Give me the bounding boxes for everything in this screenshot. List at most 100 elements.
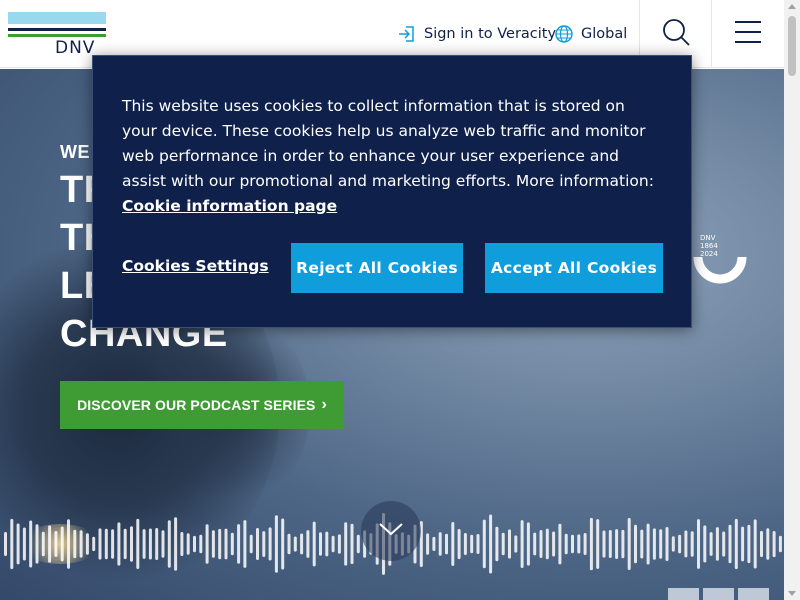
waveform-bar bbox=[470, 534, 474, 554]
search-icon bbox=[661, 17, 691, 52]
carousel-dot[interactable] bbox=[703, 588, 734, 600]
waveform-bar bbox=[577, 534, 581, 554]
scroll-down-arrow[interactable] bbox=[788, 591, 796, 596]
waveform-bar bbox=[432, 536, 436, 551]
waveform-bar bbox=[79, 530, 83, 558]
waveform-bar bbox=[589, 517, 593, 571]
podcast-button-label: DISCOVER OUR PODCAST SERIES bbox=[77, 397, 316, 413]
waveform-bar bbox=[287, 533, 291, 555]
waveform-bar bbox=[766, 528, 770, 560]
scroll-down-button[interactable] bbox=[361, 501, 421, 561]
waveform-bar bbox=[281, 518, 285, 570]
waveform-bar bbox=[22, 527, 26, 561]
waveform-bar bbox=[337, 534, 341, 554]
waveform-bar bbox=[344, 522, 348, 566]
waveform-bar bbox=[457, 529, 461, 560]
scroll-up-arrow[interactable] bbox=[788, 4, 796, 9]
waveform-bar bbox=[734, 518, 738, 570]
waveform-bar bbox=[98, 528, 102, 560]
waveform-bar bbox=[199, 534, 203, 554]
menu-button[interactable] bbox=[711, 0, 783, 68]
carousel-dot[interactable] bbox=[738, 588, 769, 600]
waveform-bar bbox=[161, 530, 165, 558]
waveform-bar bbox=[438, 532, 442, 556]
signin-label: Sign in to Veracity bbox=[424, 26, 557, 42]
waveform-bar bbox=[73, 529, 77, 559]
waveform-bar bbox=[747, 524, 751, 564]
waveform-bar bbox=[104, 528, 108, 560]
waveform-bar bbox=[356, 534, 360, 554]
waveform-bar bbox=[268, 527, 272, 561]
waveform-bar bbox=[514, 535, 518, 553]
waveform-bar bbox=[583, 533, 587, 555]
waveform-bar bbox=[350, 523, 354, 565]
waveform-bar bbox=[665, 527, 669, 561]
page-scrollbar[interactable] bbox=[784, 0, 800, 600]
waveform-bar bbox=[123, 528, 127, 560]
waveform-bar bbox=[552, 531, 556, 557]
logo-bar-navy bbox=[8, 28, 106, 31]
waveform-bar bbox=[772, 531, 776, 558]
scrollbar-thumb[interactable] bbox=[788, 16, 796, 76]
waveform-bar bbox=[501, 532, 505, 556]
anniversary-name: DNV bbox=[700, 234, 716, 242]
carousel-indicators bbox=[668, 588, 769, 600]
anniversary-end: 2024 bbox=[700, 250, 718, 258]
cookie-information-link[interactable]: Cookie information page bbox=[122, 197, 337, 215]
waveform-bar bbox=[678, 534, 682, 554]
anniversary-start: 1864 bbox=[700, 242, 718, 250]
waveform-bar bbox=[646, 523, 650, 565]
waveform-bar bbox=[4, 532, 7, 556]
region-selector[interactable]: Global bbox=[553, 22, 627, 46]
waveform-bar bbox=[174, 517, 178, 571]
waveform-bar bbox=[67, 519, 70, 569]
cookie-message: This website uses cookies to collect inf… bbox=[122, 94, 662, 219]
waveform-bar bbox=[111, 529, 115, 559]
reject-all-cookies-button[interactable]: Reject All Cookies bbox=[291, 243, 463, 293]
hero-kicker: WE bbox=[60, 142, 90, 162]
anniversary-badge: DNV 1864 2024 bbox=[700, 234, 718, 258]
dnv-logo[interactable]: DNV bbox=[8, 12, 108, 60]
waveform-bar bbox=[306, 530, 310, 558]
waveform-bar bbox=[728, 524, 732, 564]
waveform-bar bbox=[596, 519, 600, 569]
waveform-bar bbox=[508, 529, 511, 559]
waveform-bar bbox=[205, 524, 209, 564]
waveform-bar bbox=[167, 520, 171, 568]
waveform-bar bbox=[445, 533, 448, 555]
waveform-bar bbox=[539, 530, 543, 558]
waveform-bar bbox=[482, 519, 486, 569]
waveform-bar bbox=[659, 529, 663, 559]
signin-link[interactable]: Sign in to Veracity bbox=[396, 22, 556, 46]
waveform-bar bbox=[489, 514, 493, 574]
cookie-message-text: This website uses cookies to collect inf… bbox=[122, 97, 654, 190]
carousel-dot[interactable] bbox=[668, 588, 699, 600]
accept-all-cookies-button[interactable]: Accept All Cookies bbox=[485, 243, 663, 293]
waveform-bar bbox=[753, 519, 757, 569]
waveform-bar bbox=[331, 535, 335, 553]
waveform-bar bbox=[218, 528, 222, 560]
waveform-bar bbox=[627, 518, 631, 570]
waveform-bar bbox=[211, 530, 215, 558]
waveform-bar bbox=[715, 527, 719, 561]
waveform-bar bbox=[130, 526, 133, 562]
waveform-bar bbox=[10, 518, 14, 570]
cookies-settings-link[interactable]: Cookies Settings bbox=[122, 257, 269, 275]
waveform-bar bbox=[545, 528, 549, 560]
waveform-bar bbox=[155, 528, 159, 560]
waveform-bar bbox=[92, 536, 96, 552]
waveform-bar bbox=[186, 533, 190, 555]
waveform-bar bbox=[526, 522, 530, 566]
globe-icon bbox=[553, 23, 575, 45]
chevron-down-icon bbox=[378, 521, 404, 542]
waveform-bar bbox=[615, 529, 619, 559]
waveform-bar bbox=[697, 519, 700, 569]
waveform-bar bbox=[463, 533, 467, 555]
waveform-bar bbox=[760, 530, 763, 558]
waveform-bar bbox=[709, 532, 713, 556]
waveform-bar bbox=[520, 520, 524, 568]
cookie-consent-dialog: This website uses cookies to collect inf… bbox=[92, 55, 692, 328]
discover-podcast-button[interactable]: DISCOVER OUR PODCAST SERIES › bbox=[60, 381, 344, 429]
waveform-bar bbox=[703, 525, 707, 563]
waveform-bar bbox=[54, 531, 58, 557]
